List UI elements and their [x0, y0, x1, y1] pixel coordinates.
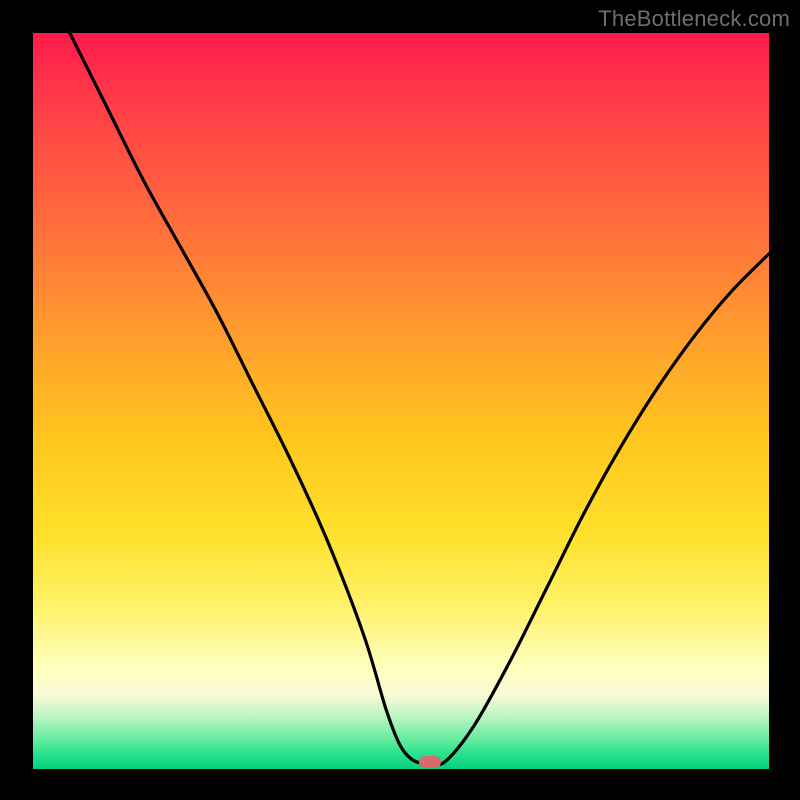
watermark-label: TheBottleneck.com	[598, 6, 790, 32]
bottleneck-curve	[33, 33, 769, 769]
chart-frame: TheBottleneck.com	[0, 0, 800, 800]
minimum-marker	[419, 756, 441, 768]
plot-area	[33, 33, 769, 769]
